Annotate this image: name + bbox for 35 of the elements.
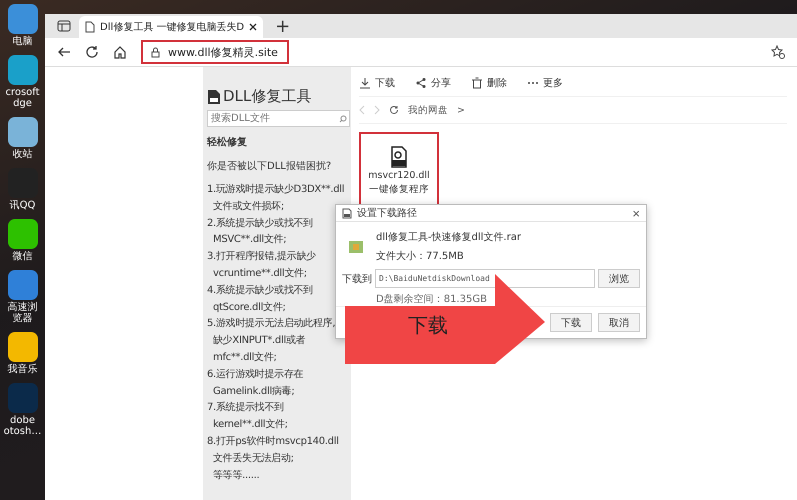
desktop-icon-label: crosoft dge — [4, 87, 41, 109]
error-list-line: 8.打开ps软件时msvcp140.dll — [207, 434, 340, 449]
error-list-line: 3.打开程序报错,提示缺少 — [207, 250, 317, 264]
desktop-icon-label: 讯QQ — [8, 200, 36, 211]
error-list-line: 6.运行游戏时提示存在 — [207, 368, 304, 382]
error-list-line: qtScore.dll文件; — [212, 300, 287, 315]
error-list-line: 4.系统提示缺少或找不到 — [207, 284, 314, 298]
error-list-line: 2.系统提示缺少或找不到 — [207, 216, 314, 231]
desktop-icon-label: 电脑 — [12, 36, 34, 47]
error-list-line: 文件或文件损坏; — [212, 200, 285, 214]
desktop-icon-label: 收站 — [12, 149, 34, 160]
desktop-icon-label: 高速浏 览器 — [6, 302, 38, 324]
error-list-line: MSVC**.dll文件; — [212, 232, 288, 248]
file-name: dll修复工具-快速修复dll文件.rar — [376, 230, 521, 244]
error-list-line: mfc**.dll文件; — [212, 350, 278, 365]
free-space-text: D盘剩余空间：81.35GB — [375, 292, 488, 306]
desktop-icon-label: 我音乐 — [6, 364, 38, 375]
error-list-line: 缺少XINPUT*.dll或者 — [212, 334, 306, 348]
error-list-line: kernel**.dll文件; — [212, 418, 289, 432]
path-label: 下载到 — [342, 272, 372, 286]
breadcrumb-separator: > — [457, 104, 465, 116]
desktop-icon-label: 微信 — [12, 251, 34, 262]
file-size: 文件大小：77.5MB — [376, 250, 465, 263]
error-list-line: vcruntime**.dll文件; — [212, 266, 308, 281]
arrow-label: 下载 — [408, 312, 448, 339]
error-list-line: 5.游戏时提示无法启动此程序, — [207, 316, 336, 332]
question-text: 你是否被以下DLL报错困扰? — [207, 160, 332, 173]
error-list-line: 文件丢失无法启动; — [212, 452, 295, 466]
error-list-line: Gamelink.dll病毒; — [212, 384, 296, 399]
error-list-line: 7.系统提示找不到 — [207, 400, 285, 416]
error-list-line: 等等等...... — [212, 468, 260, 483]
desktop-icon-label: dobe otosh… — [2, 415, 42, 437]
site-title: DLL修复工具 — [223, 87, 312, 106]
section-heading: 轻松修复 — [207, 136, 248, 149]
error-list-line: 1.玩游戏时提示缺少D3DX**.dll — [207, 182, 346, 197]
